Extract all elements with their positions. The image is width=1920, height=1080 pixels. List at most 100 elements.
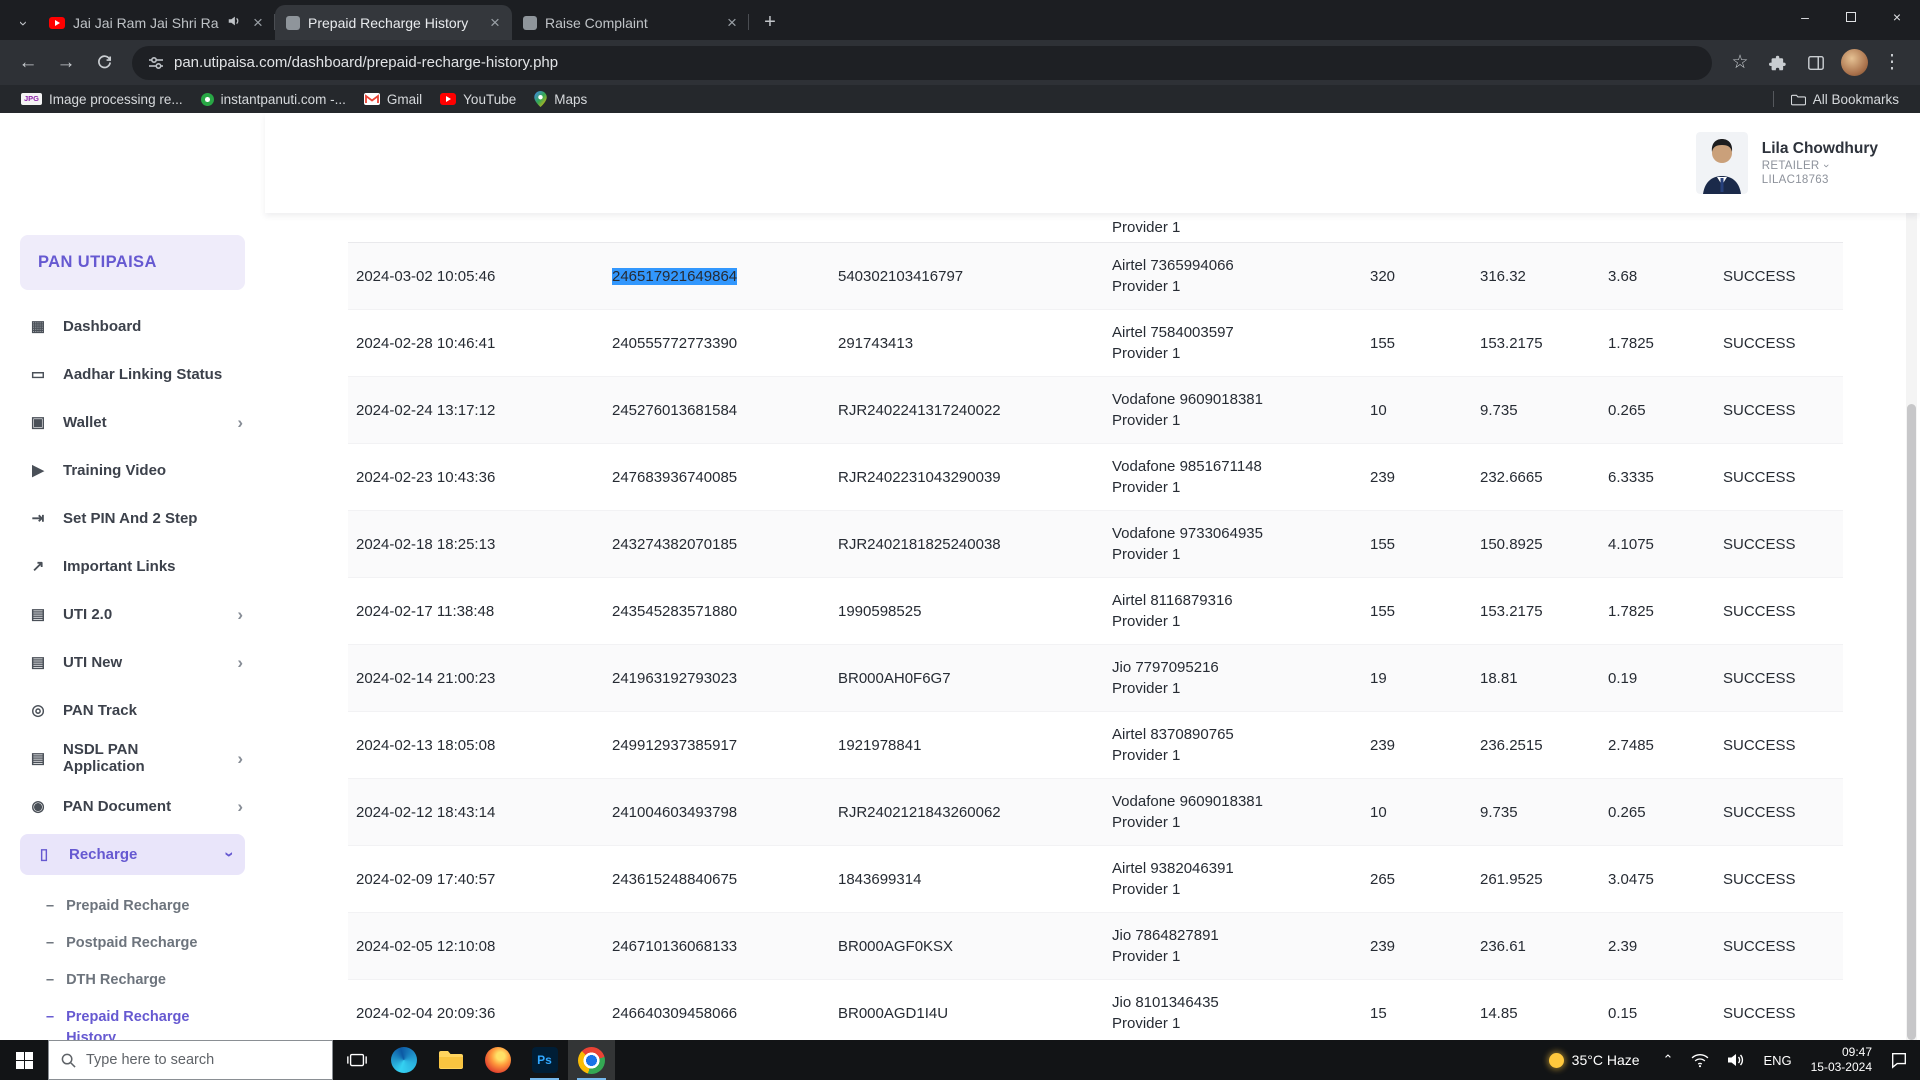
taskbar-search[interactable]: [48, 1040, 333, 1080]
language-button[interactable]: ENG: [1754, 1053, 1800, 1068]
new-tab-button[interactable]: +: [755, 7, 785, 37]
table-row: 2024-02-24 13:17:12245276013681584RJR240…: [348, 377, 1843, 444]
cell-status: SUCCESS: [1715, 333, 1843, 354]
scrollbar-thumb[interactable]: [1907, 404, 1916, 1040]
sidebar-item-pan-document[interactable]: ◉PAN Document›: [0, 782, 265, 830]
address-bar[interactable]: pan.utipaisa.com/dashboard/prepaid-recha…: [132, 46, 1712, 80]
search-input[interactable]: [86, 1052, 296, 1068]
cell-status: SUCCESS: [1715, 400, 1843, 421]
bookmark-maps[interactable]: Maps: [525, 88, 596, 110]
sidebar-subitem-prepaid-recharge[interactable]: –Prepaid Recharge: [0, 888, 265, 925]
bookmark-image-processing[interactable]: JPG Image processing re...: [12, 89, 192, 110]
table-row: 2024-03-02 10:05:46246517921649864540302…: [348, 243, 1843, 310]
tab-youtube[interactable]: Jai Jai Ram Jai Shri Ram Do ×: [38, 5, 275, 40]
bookmark-gmail[interactable]: Gmail: [355, 89, 431, 110]
minimize-button[interactable]: –: [1782, 0, 1828, 34]
start-button[interactable]: [0, 1040, 48, 1080]
bookmark-youtube[interactable]: YouTube: [431, 89, 525, 110]
sidebar-item-label: Important Links: [63, 558, 176, 575]
user-menu[interactable]: Lila Chowdhury RETAILER› LILAC18763: [1696, 132, 1878, 194]
weather-widget[interactable]: 35°C Haze: [1535, 1052, 1654, 1068]
extensions-button[interactable]: [1760, 45, 1796, 81]
cell-ref-id: RJR2402121843260062: [830, 802, 1104, 823]
table-row: 2024-02-28 10:46:41240555772773390291743…: [348, 310, 1843, 377]
cell-commission: 0.19: [1600, 668, 1715, 689]
sidebar-item-uti-2-0[interactable]: ▤UTI 2.0›: [0, 590, 265, 638]
cell-net-amount: 153.2175: [1472, 601, 1600, 622]
cell-ref-id: 291743413: [830, 333, 1104, 354]
cell-net-amount: 14.85: [1472, 1003, 1600, 1024]
maximize-button[interactable]: [1828, 0, 1874, 34]
site-favicon-icon: [523, 16, 537, 30]
browser-menu-button[interactable]: ⋮: [1874, 45, 1910, 81]
taskbar-photoshop-button[interactable]: Ps: [521, 1040, 568, 1080]
cell-status: SUCCESS: [1715, 869, 1843, 890]
page-scrollbar[interactable]: [1906, 113, 1917, 1040]
cell-net-amount: 236.61: [1472, 936, 1600, 957]
tab-prepaid-recharge-history[interactable]: Prepaid Recharge History ×: [275, 5, 512, 40]
cell-provider: Vodafone 9609018381Provider 1: [1104, 791, 1362, 833]
user-info: Lila Chowdhury RETAILER› LILAC18763: [1762, 140, 1878, 186]
cell-provider: Airtel 9382046391Provider 1: [1104, 858, 1362, 900]
cell-txn-id: 243615248840675: [604, 869, 830, 890]
taskbar-explorer-button[interactable]: [427, 1040, 474, 1080]
sidebar-subitem-dth-recharge[interactable]: –DTH Recharge: [0, 962, 265, 999]
site-favicon-icon: [286, 16, 300, 30]
taskbar-edge-button[interactable]: [380, 1040, 427, 1080]
brand-logo[interactable]: PAN UTIPAISA: [20, 235, 245, 290]
cell-commission: 6.3335: [1600, 467, 1715, 488]
sidebar-item-important-links[interactable]: ↗Important Links: [0, 542, 265, 590]
file-icon: ▤: [28, 605, 48, 623]
cell-txn-id: 241004603493798: [604, 802, 830, 823]
video-icon: ▶: [28, 461, 48, 479]
show-hidden-icons-button[interactable]: ⌃: [1654, 1052, 1683, 1068]
bookmark-instantpanuti[interactable]: instantpanuti.com -...: [192, 89, 355, 110]
cell-txn-id: 243274382070185: [604, 534, 830, 555]
tab-close-icon[interactable]: ×: [249, 14, 267, 32]
tab-raise-complaint[interactable]: Raise Complaint ×: [512, 5, 749, 40]
cell-net-amount: 9.735: [1472, 400, 1600, 421]
tab-audio-icon: [227, 14, 241, 31]
cell-txn-id: 243545283571880: [604, 601, 830, 622]
close-button[interactable]: ×: [1874, 0, 1920, 34]
taskbar-chrome-button[interactable]: [568, 1040, 615, 1080]
sidebar-item-wallet[interactable]: ▣Wallet›: [0, 398, 265, 446]
sidebar-item-recharge[interactable]: ▯Recharge›: [0, 830, 265, 878]
sidebar-item-pan-track[interactable]: ◎PAN Track: [0, 686, 265, 734]
reload-button[interactable]: [86, 45, 122, 81]
cell-amount: 239: [1362, 467, 1472, 488]
tab-search-button[interactable]: ›: [8, 6, 38, 40]
tab-close-icon[interactable]: ×: [723, 14, 741, 32]
cell-provider: Airtel 8116879316Provider 1: [1104, 590, 1362, 632]
forward-button[interactable]: →: [48, 45, 84, 81]
sidebar-item-training-video[interactable]: ▶Training Video: [0, 446, 265, 494]
jpg-file-icon: JPG: [21, 93, 42, 106]
sidebar-subitem-postpaid-recharge[interactable]: –Postpaid Recharge: [0, 925, 265, 962]
sidebar-item-nsdl-pan-application[interactable]: ▤NSDL PAN Application›: [0, 734, 265, 782]
network-button[interactable]: [1682, 1053, 1718, 1068]
clock[interactable]: 09:47 15-03-2024: [1801, 1045, 1882, 1075]
tab-title: Prepaid Recharge History: [308, 15, 478, 31]
all-bookmarks-button[interactable]: All Bookmarks: [1782, 89, 1908, 110]
cell-amount: 320: [1362, 266, 1472, 287]
cell-ref-id: BR000AGD1I4U: [830, 1003, 1104, 1024]
bookmark-star-button[interactable]: ☆: [1722, 45, 1758, 81]
sidebar-item-aadhar-linking-status[interactable]: ▭Aadhar Linking Status: [0, 350, 265, 398]
side-panel-button[interactable]: [1798, 45, 1834, 81]
profile-button[interactable]: [1836, 45, 1872, 81]
task-view-button[interactable]: [333, 1040, 380, 1080]
action-center-button[interactable]: [1882, 1051, 1920, 1069]
sidebar-item-set-pin-and-2-step[interactable]: ⇥Set PIN And 2 Step: [0, 494, 265, 542]
sidebar-subitem-prepaid-recharge-history[interactable]: –Prepaid Recharge History: [0, 999, 265, 1040]
sidebar-item-dashboard[interactable]: ▦Dashboard: [0, 302, 265, 350]
cell-net-amount: 316.32: [1472, 266, 1600, 287]
chevron-right-icon: ›: [237, 414, 243, 431]
volume-button[interactable]: [1718, 1052, 1754, 1068]
tab-close-icon[interactable]: ×: [486, 14, 504, 32]
site-favicon-icon: [201, 93, 214, 106]
taskbar-firefox-button[interactable]: [474, 1040, 521, 1080]
browser-navbar: ← → pan.utipaisa.com/dashboard/prepaid-r…: [0, 40, 1920, 85]
back-button[interactable]: ←: [10, 45, 46, 81]
sidebar-item-uti-new[interactable]: ▤UTI New›: [0, 638, 265, 686]
bookmarks-bar: JPG Image processing re... instantpanuti…: [0, 85, 1920, 113]
